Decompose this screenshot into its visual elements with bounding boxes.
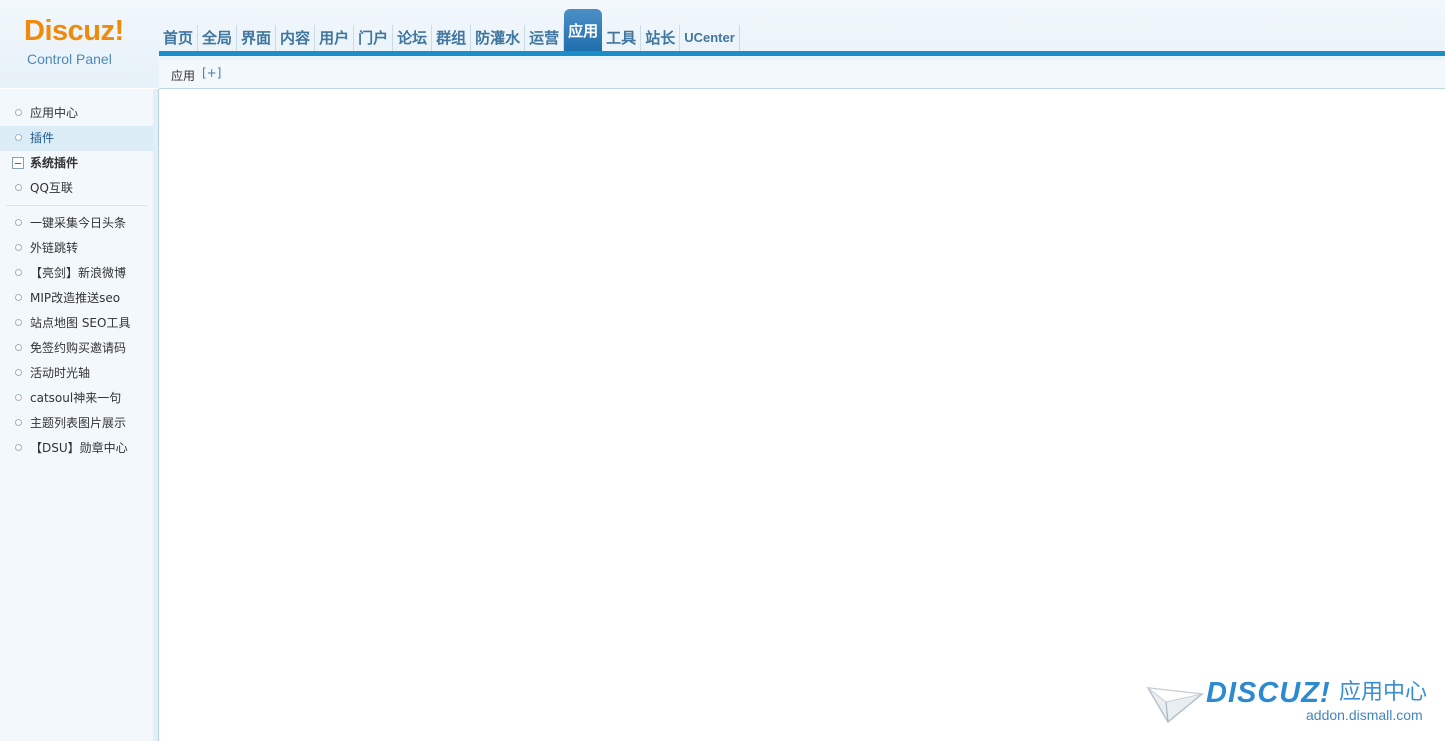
nav-tab-home[interactable]: 首页 (159, 25, 199, 51)
bullet-icon (15, 319, 22, 326)
nav-tab-forum[interactable]: 论坛 (393, 25, 433, 51)
sidebar-item-plugin[interactable]: 一键采集今日头条 (0, 211, 153, 236)
sidebar-menu: 应用中心 插件 系统插件 QQ互联 一键采集今日头条 外链跳转 【亮剑】新浪微博 (0, 101, 153, 461)
sidebar-item-label: 插件 (30, 131, 55, 145)
sidebar-item-label: catsoul神来一句 (30, 391, 122, 405)
nav-tab-ucenter[interactable]: UCenter (680, 25, 740, 51)
discuz-logo[interactable]: Discuz! Control Panel (0, 0, 153, 84)
bullet-icon (15, 109, 22, 116)
sidebar-item-plugin[interactable]: 主题列表图片展示 (0, 411, 153, 436)
paper-plane-icon (1146, 687, 1204, 724)
sidebar-item-plugin[interactable]: 免签约购买邀请码 (0, 336, 153, 361)
bullet-icon (15, 369, 22, 376)
sidebar-item-app-center[interactable]: 应用中心 (0, 101, 153, 126)
logo-subtitle: Control Panel (27, 51, 112, 67)
sidebar-item-label: 外链跳转 (30, 241, 79, 255)
bullet-icon (15, 269, 22, 276)
nav-tab-portal[interactable]: 门户 (354, 25, 394, 51)
dismall-watermark: DISCUZ! 应用中心 addon.dismall.com (1146, 676, 1436, 728)
sidebar-divider (6, 205, 147, 206)
bullet-icon (15, 219, 22, 226)
nav-tab-style[interactable]: 界面 (237, 25, 277, 51)
bullet-icon (15, 394, 22, 401)
sidebar-item-label: 【亮剑】新浪微博 (30, 266, 127, 280)
sidebar-item-label: 应用中心 (30, 106, 79, 120)
collapse-icon[interactable] (12, 157, 24, 169)
sidebar-group-system-plugins[interactable]: 系统插件 (0, 151, 153, 176)
bullet-icon (15, 294, 22, 301)
bullet-icon (15, 444, 22, 451)
bullet-icon (15, 244, 22, 251)
nav-tab-global[interactable]: 全局 (198, 25, 238, 51)
top-navigation: 首页 全局 界面 内容 用户 门户 论坛 群组 防灌水 运营 应用 工具 站长 … (159, 9, 740, 51)
logo-wordmark: Discuz! (24, 15, 124, 47)
sidebar-item-plugin[interactable]: 活动时光轴 (0, 361, 153, 386)
bullet-icon (15, 419, 22, 426)
sidebar-item-label: 免签约购买邀请码 (30, 341, 127, 355)
sidebar-item-plugin[interactable]: MIP改造推送seo (0, 286, 153, 311)
sidebar-item-label: 活动时光轴 (30, 366, 91, 380)
bullet-icon (15, 344, 22, 351)
sidebar-item-qq-connect[interactable]: QQ互联 (0, 176, 153, 201)
nav-tab-extended[interactable]: 运营 (525, 25, 565, 51)
nav-underline (159, 51, 1445, 56)
bullet-icon (15, 134, 22, 141)
sidebar-item-plugin[interactable]: 站点地图 SEO工具 (0, 311, 153, 336)
watermark-label: 应用中心 (1339, 680, 1428, 705)
sidebar-item-label: 一键采集今日头条 (30, 216, 127, 230)
breadcrumb-bar: 应用 [+] (159, 60, 1445, 89)
breadcrumb: 应用 (171, 69, 196, 83)
nav-tab-founder[interactable]: 站长 (641, 25, 681, 51)
add-menu-link[interactable]: [+] (202, 66, 221, 80)
sidebar-item-label: 站点地图 SEO工具 (30, 316, 131, 330)
sidebar-item-label: 【DSU】勋章中心 (30, 441, 128, 455)
watermark-brand: DISCUZ! (1206, 677, 1331, 709)
nav-tab-content[interactable]: 内容 (276, 25, 316, 51)
sidebar-item-label: MIP改造推送seo (30, 291, 121, 305)
nav-tab-tools[interactable]: 工具 (602, 25, 642, 51)
sidebar-group-label: 系统插件 (30, 156, 79, 170)
nav-tab-user[interactable]: 用户 (315, 25, 355, 51)
sidebar-item-label: 主题列表图片展示 (30, 416, 127, 430)
nav-tab-safe[interactable]: 防灌水 (471, 25, 526, 51)
nav-tab-plugin[interactable]: 应用 (564, 9, 603, 51)
sidebar-item-plugin[interactable]: 【DSU】勋章中心 (0, 436, 153, 461)
bullet-icon (15, 184, 22, 191)
left-sidebar: 应用中心 插件 系统插件 QQ互联 一键采集今日头条 外链跳转 【亮剑】新浪微博 (0, 89, 159, 741)
sidebar-item-plugin[interactable]: 【亮剑】新浪微博 (0, 261, 153, 286)
sidebar-item-plugin[interactable]: 外链跳转 (0, 236, 153, 261)
sidebar-item-label: QQ互联 (30, 181, 73, 195)
sidebar-edge (153, 89, 158, 741)
sidebar-item-plugins[interactable]: 插件 (0, 126, 153, 151)
nav-tab-group[interactable]: 群组 (432, 25, 472, 51)
watermark-url: addon.dismall.com (1306, 707, 1423, 723)
sidebar-item-plugin[interactable]: catsoul神来一句 (0, 386, 153, 411)
